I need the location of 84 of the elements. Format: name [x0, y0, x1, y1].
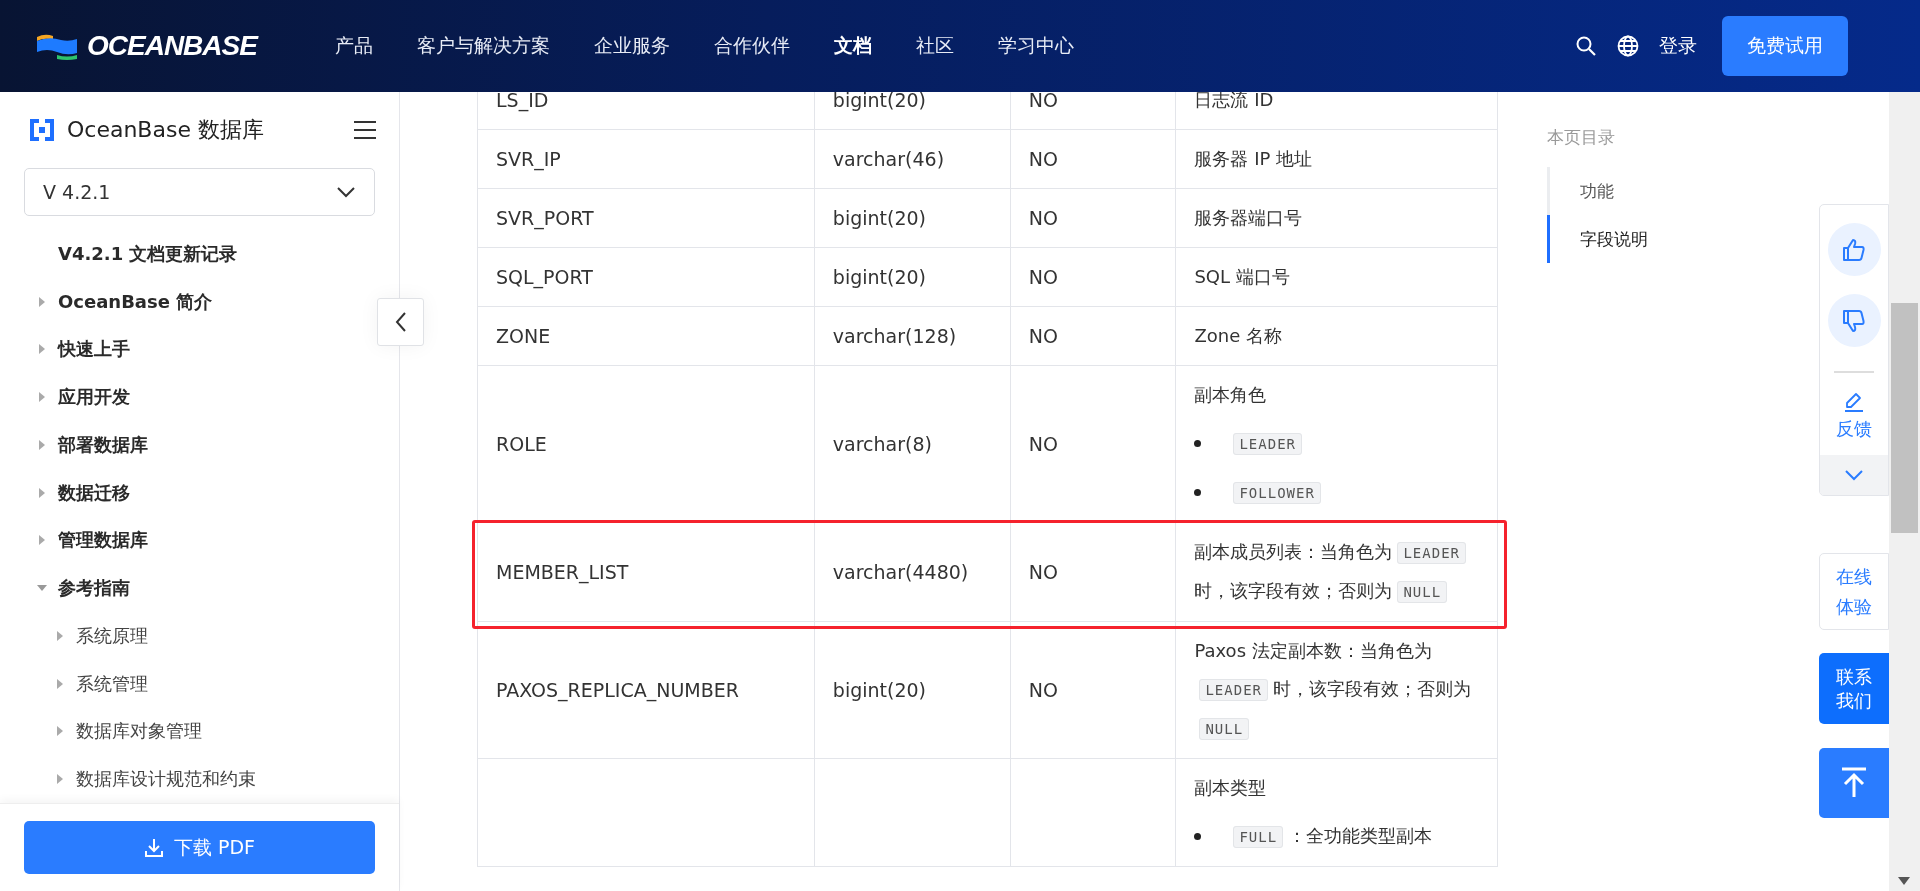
product-logo-icon — [30, 119, 54, 141]
contact-us-button[interactable]: 联系我们 — [1819, 653, 1889, 724]
bullet-icon — [1194, 440, 1202, 447]
pencil-icon — [1843, 391, 1865, 413]
chevron-down-icon — [1844, 469, 1864, 481]
table-cell: PAXOS_REPLICA_NUMBER — [477, 621, 815, 759]
search-icon[interactable] — [1575, 35, 1597, 57]
nav-link[interactable]: 合作伙伴 — [692, 33, 812, 59]
nav-tree-item[interactable]: 快速上手 — [0, 325, 130, 374]
nav-tree-item[interactable]: 系统原理 — [0, 612, 148, 660]
table-cell: NO — [1010, 522, 1176, 622]
thumbs-up-icon — [1841, 236, 1867, 263]
table-cell: NO — [1010, 129, 1176, 189]
table-cell: bigint(20) — [814, 247, 1011, 307]
table-cell: NO — [1010, 306, 1176, 366]
download-icon — [143, 837, 164, 858]
table-cell: ZONE — [477, 306, 815, 366]
bullet-icon — [1194, 833, 1202, 840]
scrollbar-thumb[interactable] — [1891, 303, 1918, 533]
table-cell: NO — [1010, 621, 1176, 759]
table-cell: SVR_IP — [477, 129, 815, 189]
download-pdf-button[interactable]: 下载 PDF — [24, 821, 375, 874]
table-cell: varchar(4480) — [814, 522, 1011, 622]
version-select[interactable]: V 4.2.1 — [24, 168, 375, 216]
collapse-sidebar-button[interactable] — [377, 298, 424, 346]
arrow-up-icon — [1840, 767, 1868, 799]
description-text: 副本角色 — [1194, 383, 1268, 407]
toc-heading: 本页目录 — [1547, 126, 1616, 149]
product-title: OceanBase 数据库 — [67, 116, 264, 144]
description-text: 服务器端口号 — [1194, 206, 1304, 230]
nav-tree-item[interactable]: 管理数据库 — [0, 516, 148, 565]
table-cell: LS_ID — [477, 92, 815, 130]
scroll-down-arrow-icon[interactable] — [1898, 877, 1910, 885]
nav-link[interactable]: 企业服务 — [572, 33, 692, 59]
table-cell: bigint(20) — [814, 188, 1011, 248]
version-value: V 4.2.1 — [43, 181, 111, 203]
login-link[interactable]: 登录 — [1659, 33, 1697, 59]
nav-link[interactable]: 客户与解决方案 — [395, 33, 572, 59]
table-cell: varchar(128) — [814, 306, 1011, 366]
table-cell: bigint(20) — [814, 621, 1011, 759]
chevron-down-icon — [336, 185, 356, 199]
nav-tree-item[interactable]: 应用开发 — [0, 373, 130, 421]
description-text: 副本类型 — [1194, 776, 1268, 800]
back-to-top-button[interactable] — [1819, 748, 1889, 818]
nav-link[interactable]: 文档 — [812, 33, 894, 59]
nav-tree-item[interactable]: 部署数据库 — [0, 421, 148, 469]
nav-link[interactable]: 社区 — [894, 33, 976, 59]
logo-wordmark[interactable]: OCEANBASE — [87, 30, 257, 62]
try-online-button[interactable]: 在线体验 — [1819, 553, 1889, 630]
nav-tree-item[interactable]: 数据库设计规范和约束 — [0, 755, 256, 803]
description-text: SQL 端口号 — [1194, 265, 1291, 289]
description-text: Zone 名称 — [1194, 324, 1283, 348]
bullet-icon — [1194, 489, 1202, 496]
nav-tree-item[interactable]: 系统管理 — [0, 659, 148, 708]
table-cell: ROLE — [477, 365, 815, 523]
thumbs-down-icon — [1841, 307, 1867, 334]
description-text: 服务器 IP 地址 — [1194, 147, 1314, 171]
list-item-text: LEADER — [1228, 424, 1307, 463]
table-cell: NO — [1010, 188, 1176, 248]
table-cell: varchar(46) — [814, 129, 1011, 189]
like-button[interactable] — [1827, 223, 1881, 276]
menu-icon[interactable] — [353, 119, 377, 141]
nav-link[interactable]: 产品 — [313, 33, 395, 59]
toc-link[interactable]: 字段说明 — [1547, 215, 1807, 263]
free-trial-button[interactable]: 免费试用 — [1722, 16, 1848, 76]
nav-tree-item[interactable]: V4.2.1 文档更新记录 — [0, 230, 238, 278]
table-cell: NO — [1010, 92, 1176, 130]
table-cell: SVR_PORT — [477, 188, 815, 248]
nav-link[interactable]: 学习中心 — [976, 33, 1096, 59]
description-text: 副本成员列表：当角色为 LEADER 时，该字段有效；否则为 NULL — [1194, 533, 1479, 611]
description-text: Paxos 法定副本数：当角色为 LEADER 时，该字段有效；否则为 NULL — [1194, 632, 1479, 748]
list-item-text: FULL ：全功能类型副本 — [1228, 817, 1433, 856]
dislike-button[interactable] — [1827, 294, 1881, 347]
nav-tree-item[interactable]: 参考指南 — [0, 564, 130, 612]
nav-tree-item[interactable]: 数据迁移 — [0, 468, 130, 517]
table-cell: SQL_PORT — [477, 247, 815, 307]
toc-link[interactable]: 功能 — [1547, 167, 1807, 215]
nav-tree-item[interactable]: 数据库对象管理 — [0, 707, 202, 756]
table-cell: NO — [1010, 247, 1176, 307]
chevron-left-icon — [393, 311, 408, 333]
nav-tree-item[interactable]: OceanBase 简介 — [0, 277, 213, 326]
globe-icon[interactable] — [1617, 35, 1639, 57]
feedback-button[interactable]: 反馈 — [1836, 391, 1872, 441]
table-cell: bigint(20) — [814, 92, 1011, 130]
